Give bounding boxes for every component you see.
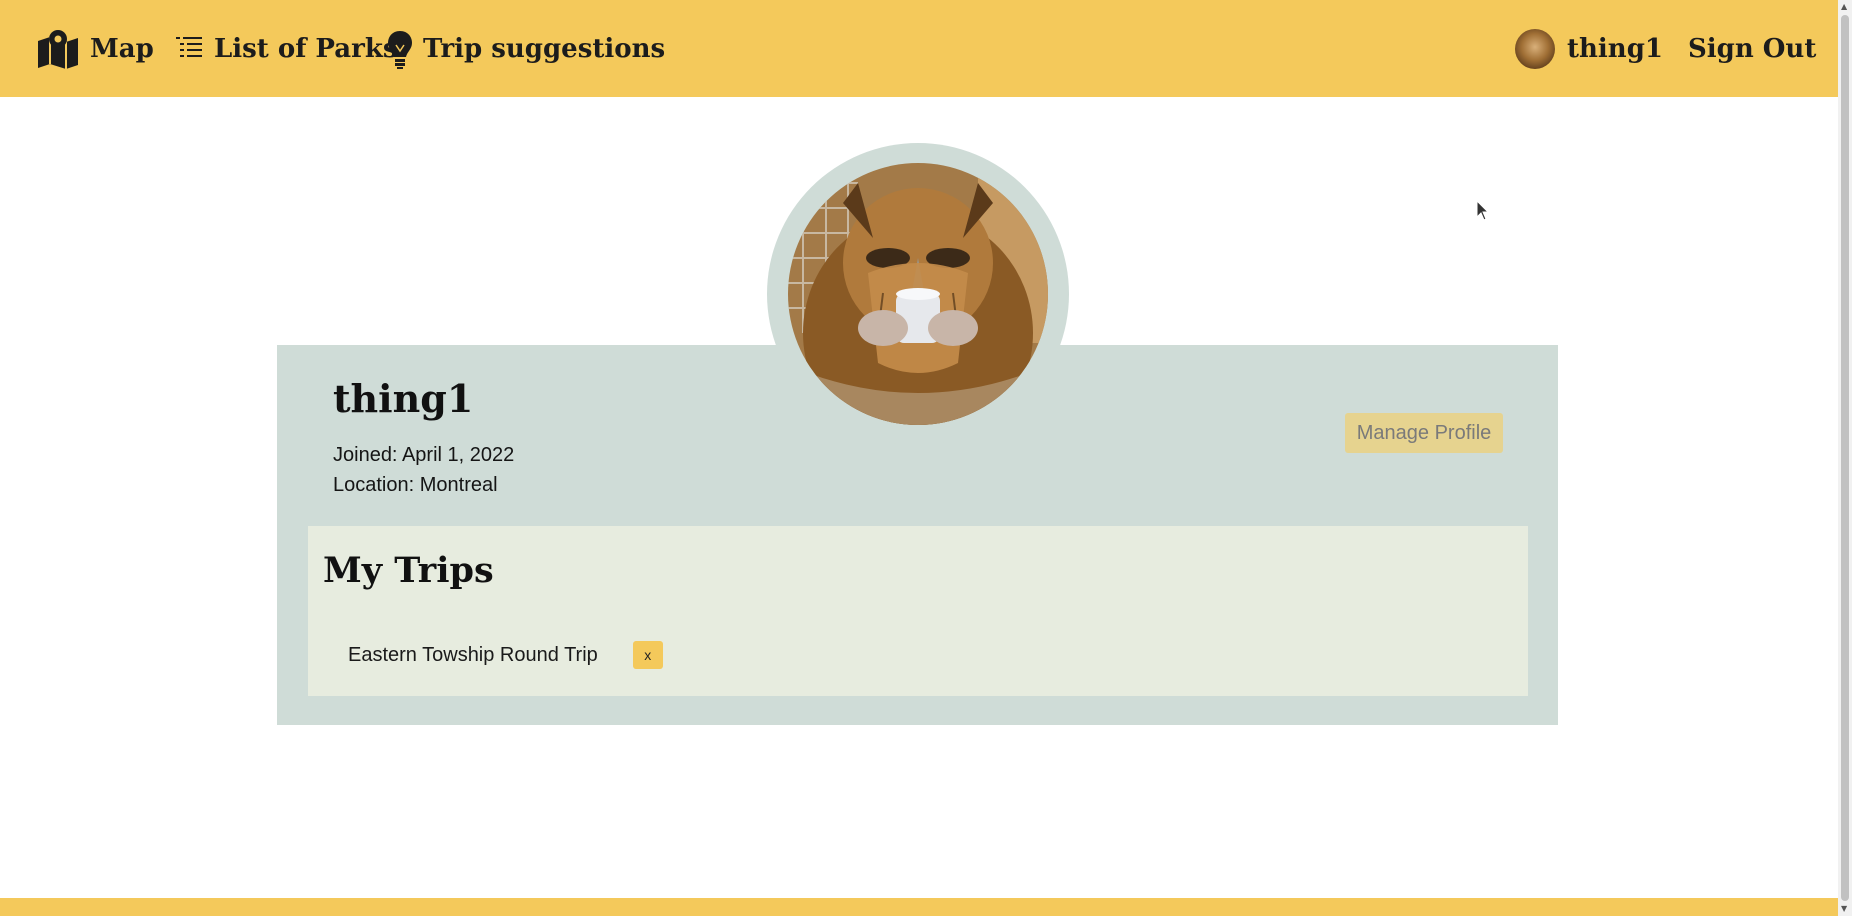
profile-location: Location: Montreal bbox=[333, 474, 498, 496]
scroll-up-arrow-icon[interactable]: ▲ bbox=[1841, 2, 1847, 12]
nav-user-label: thing1 bbox=[1567, 33, 1663, 64]
profile-joined-date: Joined: April 1, 2022 bbox=[333, 444, 515, 466]
list-icon bbox=[176, 35, 204, 63]
nav-list-of-parks[interactable]: List of Parks bbox=[176, 0, 398, 97]
my-trips-panel: My Trips Eastern Towship Round Trip x bbox=[308, 526, 1528, 696]
scrollbar[interactable]: ▲ ▼ bbox=[1838, 0, 1852, 916]
nav-trips-label: Trip suggestions bbox=[423, 33, 666, 64]
remove-trip-button[interactable]: x bbox=[632, 641, 663, 669]
mouse-cursor-icon bbox=[1476, 199, 1490, 226]
avatar bbox=[1515, 28, 1555, 69]
list-item: Eastern Towship Round Trip x bbox=[348, 641, 663, 669]
nav-parks-label: List of Parks bbox=[214, 33, 398, 64]
my-trips-heading: My Trips bbox=[323, 550, 494, 591]
sign-out-label: Sign Out bbox=[1688, 33, 1817, 64]
nav-user-profile[interactable]: thing1 bbox=[1515, 0, 1663, 97]
lightbulb-icon bbox=[387, 29, 413, 69]
sign-out-button[interactable]: Sign Out bbox=[1688, 0, 1816, 97]
scrollbar-thumb[interactable] bbox=[1841, 15, 1849, 901]
manage-profile-button[interactable]: Manage Profile bbox=[1345, 413, 1503, 453]
map-icon bbox=[36, 29, 80, 69]
scroll-down-arrow-icon[interactable]: ▼ bbox=[1841, 904, 1847, 914]
profile-avatar bbox=[788, 163, 1048, 425]
nav-map-label: Map bbox=[90, 33, 154, 64]
nav-map[interactable]: Map bbox=[36, 0, 154, 97]
trip-name-link[interactable]: Eastern Towship Round Trip bbox=[348, 644, 598, 667]
profile-username: thing1 bbox=[333, 376, 474, 421]
footer-bar bbox=[0, 898, 1838, 916]
nav-trip-suggestions[interactable]: Trip suggestions bbox=[387, 0, 665, 97]
top-navigation: Map List of Parks Trip suggestions thing… bbox=[0, 0, 1838, 97]
